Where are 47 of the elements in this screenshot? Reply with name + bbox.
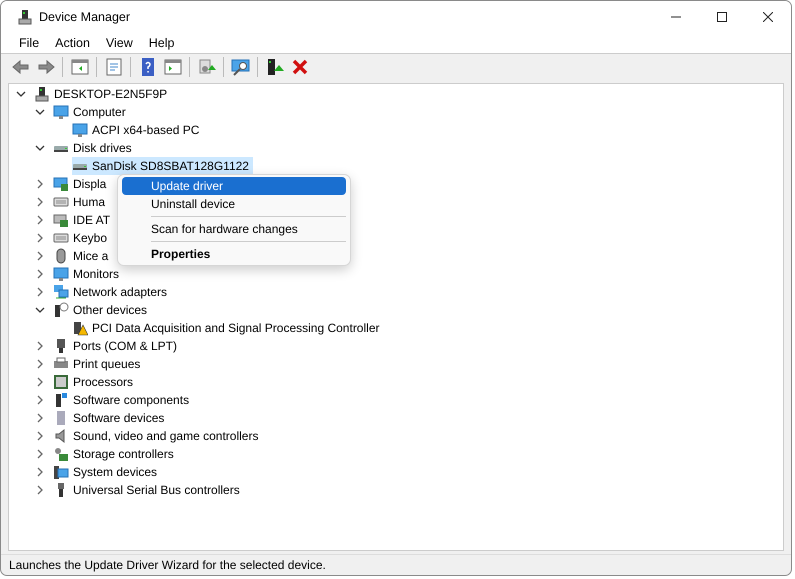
tree-item[interactable]: IDE AT	[73, 213, 110, 227]
tree-item[interactable]: Universal Serial Bus controllers	[73, 483, 240, 497]
tree-item[interactable]: Displa	[73, 177, 106, 191]
menu-item[interactable]: File	[11, 33, 48, 53]
tree-item[interactable]: Mice a	[73, 249, 108, 263]
menu-item[interactable]: Help	[140, 33, 182, 53]
window-title: Device Manager	[39, 10, 130, 24]
monitor-icon	[53, 266, 69, 282]
storage-icon	[53, 446, 69, 462]
menu-item[interactable]: View	[98, 33, 141, 53]
tree-item[interactable]: Network adapters	[73, 285, 168, 299]
status-bar: Launches the Update Driver Wizard for the selected device.	[1, 554, 791, 575]
display-card-icon	[53, 176, 69, 192]
tree-item[interactable]: PCI Data Acquisition and Signal Processing Controller	[92, 321, 380, 335]
maximize-icon[interactable]	[717, 12, 727, 22]
warning-icon	[72, 320, 88, 336]
monitor-icon	[72, 122, 88, 138]
tree-item[interactable]: Sound, video and game controllers	[73, 429, 258, 443]
component-icon	[53, 392, 69, 408]
tree-item[interactable]: Computer	[73, 105, 126, 119]
tree-item[interactable]: Keybo	[73, 231, 108, 245]
system-icon	[53, 464, 69, 480]
menu-item[interactable]: Properties	[122, 245, 346, 263]
tree-item[interactable]: Other devices	[73, 303, 148, 317]
close-icon[interactable]	[763, 12, 773, 22]
tree-item[interactable]: DESKTOP-E2N5F9P	[54, 87, 168, 101]
menu-item[interactable]: Update driver	[122, 177, 346, 195]
network-icon	[53, 284, 69, 300]
tree-item[interactable]: Software devices	[73, 411, 164, 425]
tree-item[interactable]: ACPI x64-based PC	[92, 123, 200, 137]
monitor-icon	[53, 104, 69, 120]
computer-icon	[34, 86, 50, 102]
tree-item[interactable]: Storage controllers	[73, 447, 174, 461]
tree-item[interactable]: System devices	[73, 465, 158, 479]
tree-item[interactable]: Software components	[73, 393, 190, 407]
tree-item[interactable]: Monitors	[73, 267, 120, 281]
menu-item[interactable]: Action	[47, 33, 98, 53]
tree-item[interactable]: Disk drives	[73, 141, 132, 155]
chip-icon	[53, 374, 69, 390]
menu-item[interactable]: Scan for hardware changes	[122, 220, 346, 238]
computer-icon	[17, 9, 33, 25]
menu-item[interactable]: Uninstall device	[122, 195, 346, 213]
card-icon	[53, 212, 69, 228]
tree-item[interactable]: Processors	[73, 375, 134, 389]
tree-item[interactable]: Print queues	[73, 357, 140, 371]
tree-item[interactable]: Ports (COM & LPT)	[73, 339, 178, 353]
tree-item[interactable]: Huma	[73, 195, 106, 209]
